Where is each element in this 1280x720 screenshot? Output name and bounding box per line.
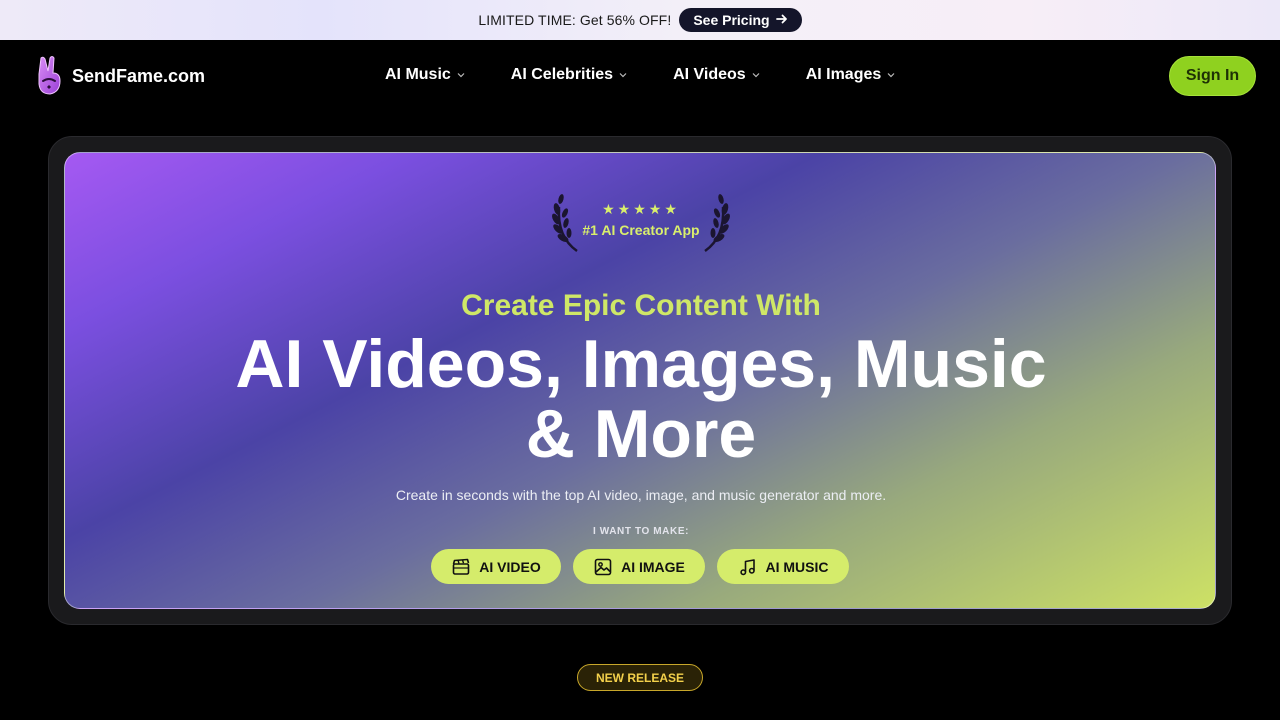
make-options: AI VIDEO AI IMAGE AI MUSIC <box>431 549 849 584</box>
ai-image-button[interactable]: AI IMAGE <box>573 549 705 584</box>
nav-ai-videos-label: AI Videos <box>673 66 746 83</box>
chevron-down-icon <box>619 73 627 78</box>
ai-video-button[interactable]: AI VIDEO <box>431 549 561 584</box>
new-release-badge: NEW RELEASE <box>577 664 703 691</box>
main-nav: AI Music AI Celebrities AI Videos AI Ima… <box>385 66 895 84</box>
hero-headline-line2: & More <box>525 396 757 472</box>
navbar: SendFame.com AI Music AI Celebrities AI … <box>0 40 1280 112</box>
peace-hand-icon <box>38 56 61 95</box>
brand-name: SendFame.com <box>72 65 206 86</box>
nav-ai-images[interactable]: AI Images <box>806 66 896 84</box>
see-pricing-button[interactable]: See Pricing <box>679 8 802 32</box>
chevron-down-icon <box>887 73 895 78</box>
promo-text: LIMITED TIME: Get 56% OFF! <box>478 12 672 28</box>
image-icon <box>594 558 612 575</box>
brand-logo[interactable]: SendFame.com <box>34 54 205 98</box>
laurel-icon <box>704 194 730 253</box>
sign-in-button[interactable]: Sign In <box>1169 56 1256 96</box>
nav-ai-music[interactable]: AI Music <box>385 66 465 84</box>
award-badge: ★★★★★ #1 AI Creator App <box>551 193 731 253</box>
nav-ai-images-label: AI Images <box>805 66 882 83</box>
see-pricing-label: See Pricing <box>693 12 770 28</box>
want-to-make-label: I WANT TO MAKE: <box>592 526 690 537</box>
nav-ai-celebrities-label: AI Celebrities <box>510 66 614 83</box>
ai-music-button[interactable]: AI MUSIC <box>717 549 849 584</box>
hero-headline-line1: AI Videos, Images, Music <box>235 326 1047 402</box>
ai-music-label: AI MUSIC <box>765 558 829 575</box>
nav-ai-celebrities[interactable]: AI Celebrities <box>511 66 627 84</box>
nav-ai-videos[interactable]: AI Videos <box>673 66 760 84</box>
clapperboard-icon <box>452 558 470 575</box>
music-note-icon <box>739 558 755 575</box>
ai-video-label: AI VIDEO <box>479 558 541 575</box>
hero-headline: AI Videos, Images, Music & More <box>65 326 1215 472</box>
hero-description: Create in seconds with the top AI video,… <box>395 487 887 503</box>
chevron-down-icon <box>752 73 760 78</box>
hero-subhead: Create Epic Content With <box>461 289 821 322</box>
nav-ai-music-label: AI Music <box>385 66 451 83</box>
chevron-down-icon <box>457 73 465 78</box>
arrow-right-icon <box>775 12 788 28</box>
promo-bar: LIMITED TIME: Get 56% OFF! See Pricing <box>0 0 1280 40</box>
ai-image-label: AI IMAGE <box>621 558 685 575</box>
hero-panel: ★★★★★ #1 AI Creator App Create Epic Cont… <box>64 152 1216 609</box>
